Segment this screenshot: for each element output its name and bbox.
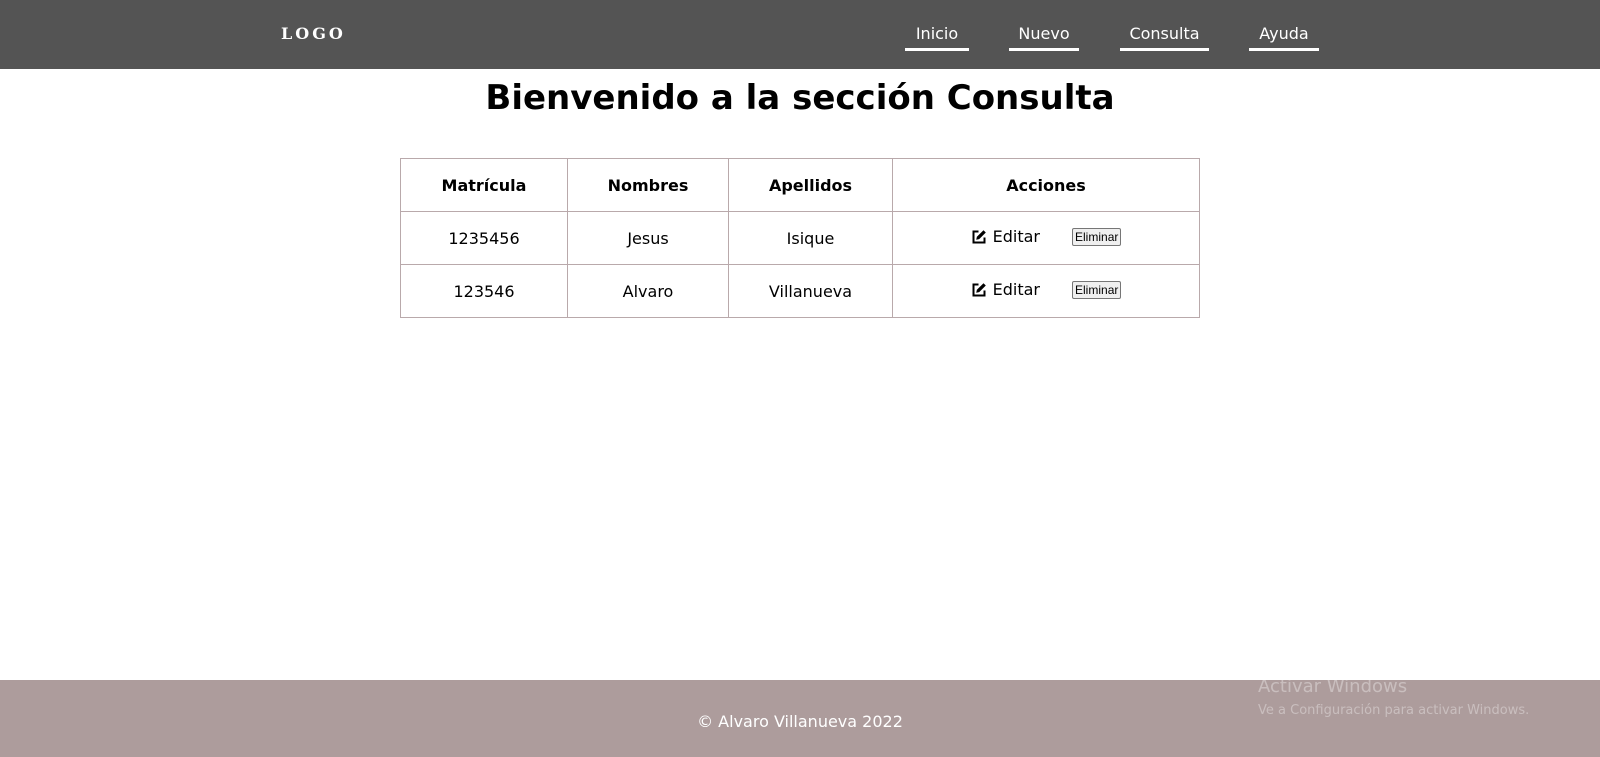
top-navbar: LOGO Inicio Nuevo Consulta Ayuda — [0, 0, 1600, 69]
delete-button[interactable]: Eliminar — [1072, 280, 1122, 299]
cell-matricula: 123546 — [400, 264, 568, 318]
page-title: Bienvenido a la sección Consulta — [485, 78, 1115, 118]
column-header-nombres: Nombres — [567, 158, 729, 212]
cell-matricula: 1235456 — [400, 211, 568, 265]
cell-nombres: Jesus — [567, 211, 729, 265]
nav-item-ayuda[interactable]: Ayuda — [1249, 24, 1319, 51]
column-header-apellidos: Apellidos — [728, 158, 893, 212]
cell-nombres: Alvaro — [567, 264, 729, 318]
nav-item-nuevo[interactable]: Nuevo — [1009, 24, 1079, 51]
edit-link[interactable]: Editar — [971, 227, 1040, 246]
students-table: Matrícula Nombres Apellidos Acciones 123… — [400, 158, 1200, 318]
edit-link[interactable]: Editar — [971, 280, 1040, 299]
watermark-subtitle: Ve a Configuración para activar Windows. — [1258, 703, 1530, 718]
cell-apellidos: Villanueva — [728, 264, 893, 318]
row-actions: Editar Eliminar — [971, 280, 1122, 299]
column-header-acciones: Acciones — [892, 158, 1200, 212]
logo[interactable]: LOGO — [281, 24, 346, 43]
cell-apellidos: Isique — [728, 211, 893, 265]
nav-item-inicio[interactable]: Inicio — [905, 24, 969, 51]
edit-label: Editar — [992, 227, 1041, 247]
table-row: 123546 Alvaro Villanueva Editar Eliminar — [400, 264, 1200, 318]
cell-acciones: Editar Eliminar — [892, 211, 1200, 265]
windows-activation-watermark: Activar Windows Ve a Configuración para … — [1258, 675, 1529, 723]
edit-label: Editar — [992, 280, 1041, 300]
watermark-title: Activar Windows — [1258, 676, 1408, 697]
row-actions: Editar Eliminar — [971, 227, 1122, 246]
edit-icon — [972, 229, 986, 244]
table-row: 1235456 Jesus Isique Editar Eliminar — [400, 211, 1200, 265]
column-header-matricula: Matrícula — [400, 158, 568, 212]
delete-button[interactable]: Eliminar — [1072, 227, 1122, 246]
cell-acciones: Editar Eliminar — [892, 264, 1200, 318]
table-header-row: Matrícula Nombres Apellidos Acciones — [400, 158, 1200, 212]
edit-icon — [972, 282, 986, 297]
nav-item-consulta[interactable]: Consulta — [1120, 24, 1209, 51]
